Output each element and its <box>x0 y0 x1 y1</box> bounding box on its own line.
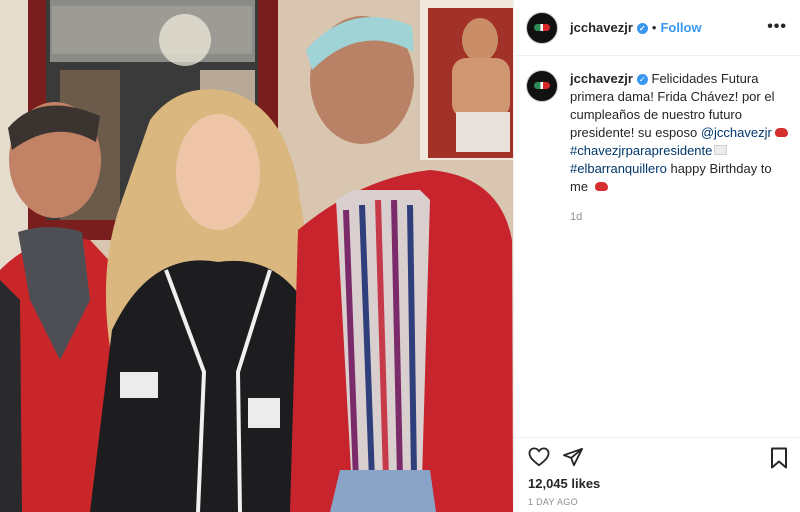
bookmark-icon[interactable] <box>770 447 788 474</box>
avatar[interactable] <box>526 11 558 44</box>
instagram-post: jcchavezjr ✓ • Follow ••• jcchavezjr ✓ Fel… <box>0 0 800 512</box>
boxing-glove-icon <box>594 182 608 191</box>
header-separator: • <box>651 20 657 35</box>
paper-plane-icon[interactable] <box>562 447 584 472</box>
header-username[interactable]: jcchavezjr <box>570 20 633 35</box>
caption-comment: jcchavezjr ✓ Felicidades Futura primera d… <box>526 70 788 226</box>
follow-button[interactable]: Follow <box>660 20 701 35</box>
avatar-logo-icon <box>534 23 550 31</box>
heart-icon[interactable] <box>528 447 550 472</box>
boxing-glove-icon <box>774 128 788 137</box>
avatar-logo-icon <box>534 82 550 89</box>
verified-badge-icon: ✓ <box>636 74 648 85</box>
post-side-panel: jcchavezjr ✓ • Follow ••• jcchavezjr ✓ Fel… <box>513 0 800 512</box>
flag-icon <box>714 145 728 155</box>
caption-hashtag-2[interactable]: #elbarranquillero <box>570 161 667 176</box>
caption-time: 1d <box>570 211 583 223</box>
more-options-icon[interactable]: ••• <box>767 18 787 36</box>
action-bar <box>514 437 800 477</box>
caption-hashtag-1[interactable]: #chavezjrparapresidente <box>570 143 712 158</box>
caption-body: jcchavezjr ✓ Felicidades Futura primera d… <box>570 70 788 226</box>
likes-count[interactable]: 12,045 likes <box>528 476 600 491</box>
post-timestamp: 1 DAY AGO <box>528 497 578 507</box>
caption-mention[interactable]: @jcchavezjr <box>701 125 772 140</box>
photo-illustration <box>0 0 513 512</box>
caption-username[interactable]: jcchavezjr <box>570 71 633 86</box>
post-header: jcchavezjr ✓ • Follow ••• <box>514 0 800 56</box>
post-photo[interactable] <box>0 0 513 512</box>
verified-badge-icon: ✓ <box>636 23 648 34</box>
caption-avatar[interactable] <box>526 70 558 102</box>
